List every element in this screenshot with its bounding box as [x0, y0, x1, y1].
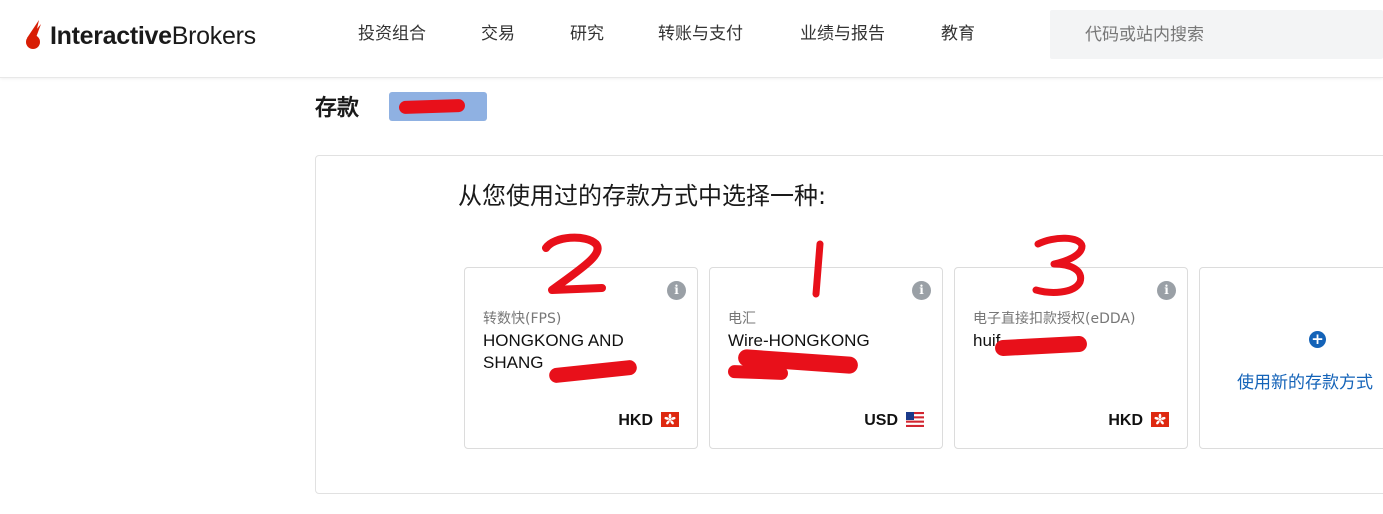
- nav-item-transfer-pay[interactable]: 转账与支付: [658, 22, 800, 46]
- method-name: 转数快(FPS): [483, 311, 562, 327]
- panel-heading: 从您使用过的存款方式中选择一种:: [458, 182, 827, 210]
- nav-item-education[interactable]: 教育: [941, 22, 1001, 46]
- annotation-number-2: [542, 233, 606, 294]
- ib-logo-icon: [26, 20, 41, 49]
- nav-item-performance-reports[interactable]: 业绩与报告: [800, 22, 941, 46]
- currency-code: HKD: [618, 412, 653, 429]
- nav-item-trade[interactable]: 交易: [481, 22, 570, 46]
- annotation-number-1: [812, 240, 824, 298]
- info-icon[interactable]: i: [912, 281, 931, 300]
- account-badge[interactable]: [389, 92, 487, 121]
- add-new-deposit-method-card[interactable]: + 使用新的存款方式: [1199, 267, 1383, 449]
- method-name: 电子直接扣款授权(eDDA): [973, 311, 1136, 327]
- info-icon[interactable]: i: [667, 281, 686, 300]
- annotation-number-3: [1032, 234, 1086, 296]
- ib-logo[interactable]: InteractiveBrokers: [22, 18, 256, 54]
- main-nav: 投资组合 交易 研究 转账与支付 业绩与报告 教育: [358, 22, 1001, 46]
- us-flag-icon: [906, 412, 924, 427]
- info-icon[interactable]: i: [1157, 281, 1176, 300]
- currency-code: HKD: [1108, 412, 1143, 429]
- brand-name: InteractiveBrokers: [50, 21, 256, 50]
- plus-circle-icon: +: [1309, 331, 1326, 348]
- redaction-mark: [398, 98, 466, 115]
- page-title: 存款: [315, 96, 360, 121]
- nav-item-research[interactable]: 研究: [570, 22, 658, 46]
- hong-kong-flag-icon: [1151, 412, 1169, 427]
- method-name: 电汇: [728, 311, 756, 327]
- hong-kong-flag-icon: [661, 412, 679, 427]
- top-navigation-bar: InteractiveBrokers 投资组合 交易 研究 转账与支付 业绩与报…: [0, 0, 1383, 78]
- redaction-mark: [727, 364, 789, 381]
- currency-code: USD: [864, 412, 898, 429]
- search-input[interactable]: [1050, 10, 1383, 59]
- add-new-method-link[interactable]: 使用新的存款方式: [1237, 368, 1373, 393]
- nav-item-portfolio[interactable]: 投资组合: [358, 22, 481, 46]
